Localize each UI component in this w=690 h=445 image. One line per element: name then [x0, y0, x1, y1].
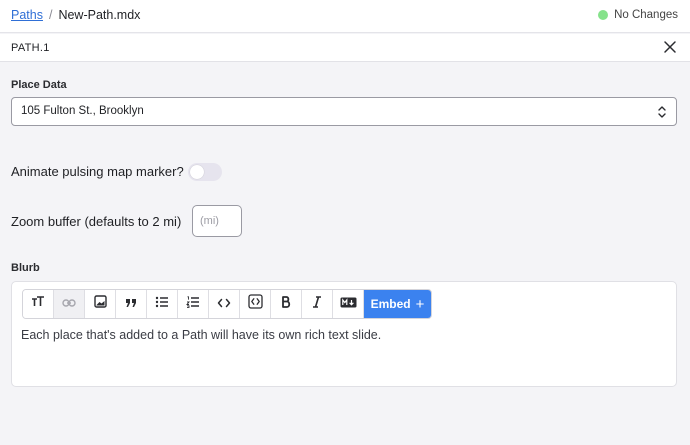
- bullet-list-icon: [155, 295, 169, 313]
- link-icon: [62, 295, 76, 313]
- animate-marker-label: Animate pulsing map marker?: [11, 164, 184, 179]
- numbered-list-icon: [186, 295, 200, 313]
- quote-button[interactable]: [116, 290, 147, 318]
- editor-toolbar: Embed +: [22, 289, 432, 319]
- markdown-button[interactable]: [333, 290, 364, 318]
- italic-button[interactable]: [302, 290, 333, 318]
- text-size-button[interactable]: [23, 290, 54, 318]
- code-button[interactable]: [209, 290, 240, 318]
- animate-marker-toggle[interactable]: [188, 163, 222, 181]
- bold-icon: [281, 295, 291, 313]
- bullet-list-button[interactable]: [147, 290, 178, 318]
- blurb-editor[interactable]: Embed + Each place that's added to a Pat…: [11, 281, 677, 387]
- zoom-buffer-label: Zoom buffer (defaults to 2 mi): [11, 214, 182, 229]
- toggle-knob: [190, 165, 204, 179]
- breadcrumb-separator: /: [48, 8, 53, 22]
- quote-icon: [125, 295, 137, 313]
- plus-icon: +: [415, 295, 425, 313]
- chevron-up-down-icon: [657, 104, 667, 125]
- save-status: No Changes: [598, 9, 678, 21]
- panel-title: PATH.1: [11, 42, 50, 54]
- breadcrumb-paths-link[interactable]: Paths: [11, 8, 43, 22]
- blurb-label: Blurb: [11, 262, 40, 274]
- markdown-icon: [340, 295, 357, 313]
- embed-label: Embed: [370, 297, 411, 311]
- close-icon[interactable]: [662, 39, 678, 55]
- blurb-content[interactable]: Each place that's added to a Path will h…: [21, 328, 381, 342]
- image-button[interactable]: [85, 290, 116, 318]
- embed-button[interactable]: Embed +: [364, 290, 431, 318]
- image-icon: [93, 295, 107, 313]
- code-block-icon: [247, 294, 263, 314]
- status-dot-icon: [598, 10, 609, 20]
- place-data-label: Place Data: [11, 79, 67, 91]
- code-block-button[interactable]: [240, 290, 271, 318]
- code-icon: [217, 295, 231, 313]
- top-bar: Paths / New-Path.mdx No Changes: [0, 0, 690, 33]
- place-data-select[interactable]: 105 Fulton St., Brooklyn: [11, 97, 677, 126]
- zoom-buffer-input[interactable]: [192, 205, 242, 237]
- italic-icon: [312, 295, 322, 313]
- status-text: No Changes: [614, 9, 678, 21]
- link-button[interactable]: [54, 290, 85, 318]
- text-size-icon: [31, 295, 45, 313]
- breadcrumb: Paths / New-Path.mdx: [11, 8, 140, 22]
- place-data-value: 105 Fulton St., Brooklyn: [21, 105, 144, 117]
- bold-button[interactable]: [271, 290, 302, 318]
- panel-header: PATH.1: [0, 34, 690, 62]
- numbered-list-button[interactable]: [178, 290, 209, 318]
- breadcrumb-current-file: New-Path.mdx: [58, 8, 141, 22]
